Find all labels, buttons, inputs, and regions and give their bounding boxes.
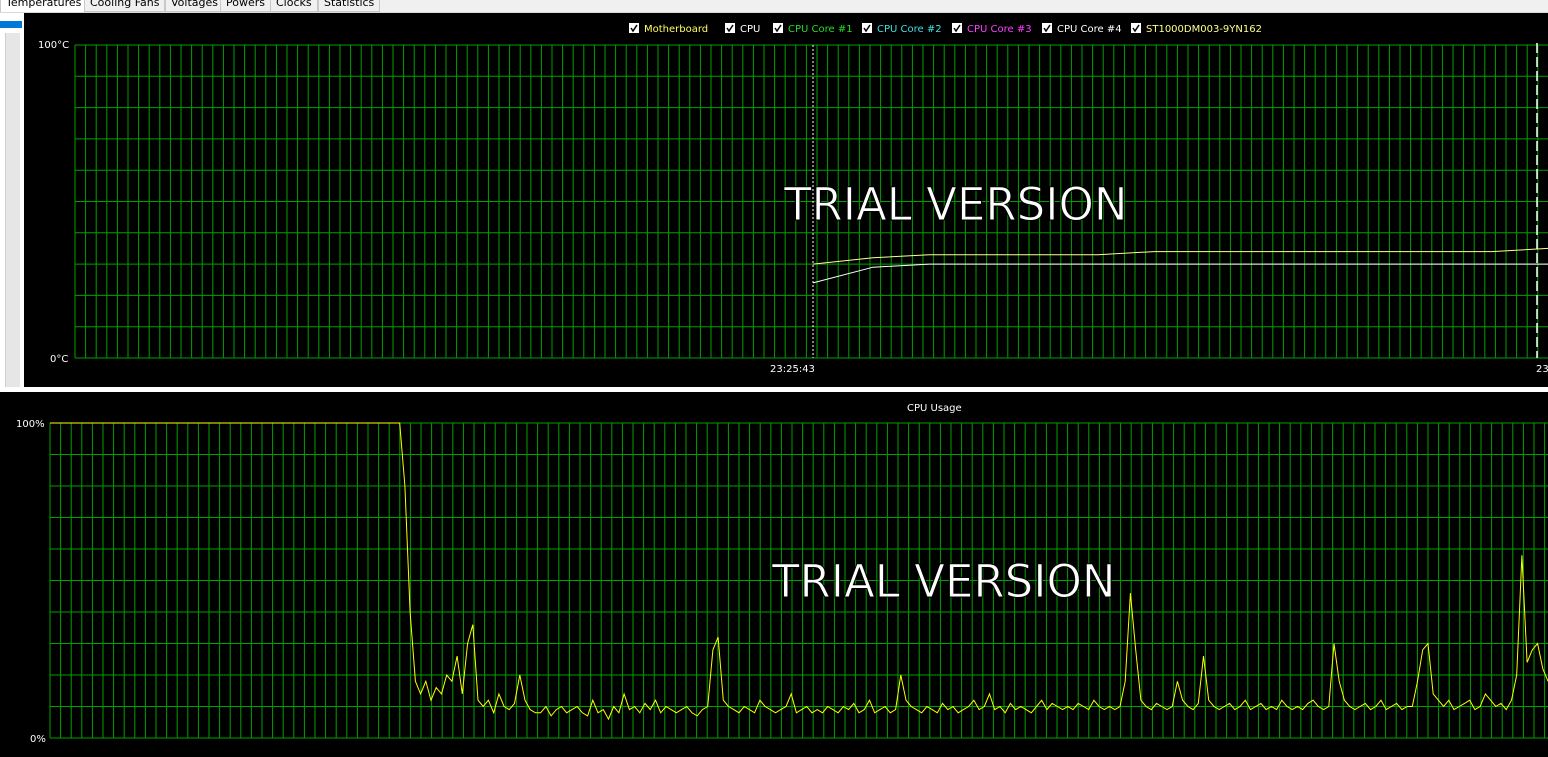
- time-label-right: 23: [1536, 364, 1548, 375]
- y-max-label: 100°C: [38, 40, 69, 51]
- legend-checkbox[interactable]: [773, 23, 783, 33]
- scrollbar[interactable]: [5, 33, 20, 391]
- time-label: 23:25:43: [770, 364, 815, 375]
- legend-checkbox[interactable]: [1131, 23, 1141, 33]
- cpu-y-min-label: 0%: [30, 734, 46, 745]
- temperature-legend: Motherboard CPU CPU Core #1 CPU Core #2 CPU …: [629, 23, 1262, 35]
- temperature-chart: Motherboard CPU CPU Core #1 CPU Core #2 CPU …: [24, 13, 1548, 387]
- cpu-usage-chart: CPU Usage 100% 0% TRIAL VERSION: [0, 392, 1548, 757]
- legend-checkbox[interactable]: [862, 23, 872, 33]
- cpu-y-max-label: 100%: [16, 419, 45, 430]
- legend-label: CPU Core #3: [967, 24, 1032, 35]
- legend-label: Motherboard: [644, 24, 708, 35]
- legend-checkbox[interactable]: [725, 23, 735, 33]
- y-min-label: 0°C: [50, 354, 68, 365]
- tab-clocks[interactable]: Clocks: [270, 0, 318, 12]
- legend-label: CPU Core #2: [877, 24, 942, 35]
- legend-checkbox[interactable]: [629, 23, 639, 33]
- tab-bar: Temperatures Cooling Fans Voltages Powers Cl…: [0, 0, 1548, 13]
- legend-checkbox[interactable]: [952, 23, 962, 33]
- left-panel: [0, 13, 22, 391]
- cpu-trial-watermark: TRIAL VERSION: [771, 555, 1116, 608]
- tab-voltages[interactable]: Voltages: [165, 0, 224, 12]
- legend-label: ST1000DM003-9YN162: [1146, 24, 1262, 35]
- legend-label: CPU Core #4: [1057, 24, 1122, 35]
- cpu-chart-title: CPU Usage: [907, 403, 962, 414]
- legend-checkbox[interactable]: [1042, 23, 1052, 33]
- tab-temperatures[interactable]: Temperatures: [0, 0, 88, 12]
- legend-label: CPU Core #1: [788, 24, 853, 35]
- tab-statistics[interactable]: Statistics: [318, 0, 381, 12]
- tab-cooling-fans[interactable]: Cooling Fans: [84, 0, 166, 12]
- tab-powers[interactable]: Powers: [220, 0, 271, 12]
- trial-watermark: TRIAL VERSION: [783, 178, 1128, 231]
- selected-list-item[interactable]: [0, 21, 22, 28]
- legend-label: CPU: [740, 24, 760, 35]
